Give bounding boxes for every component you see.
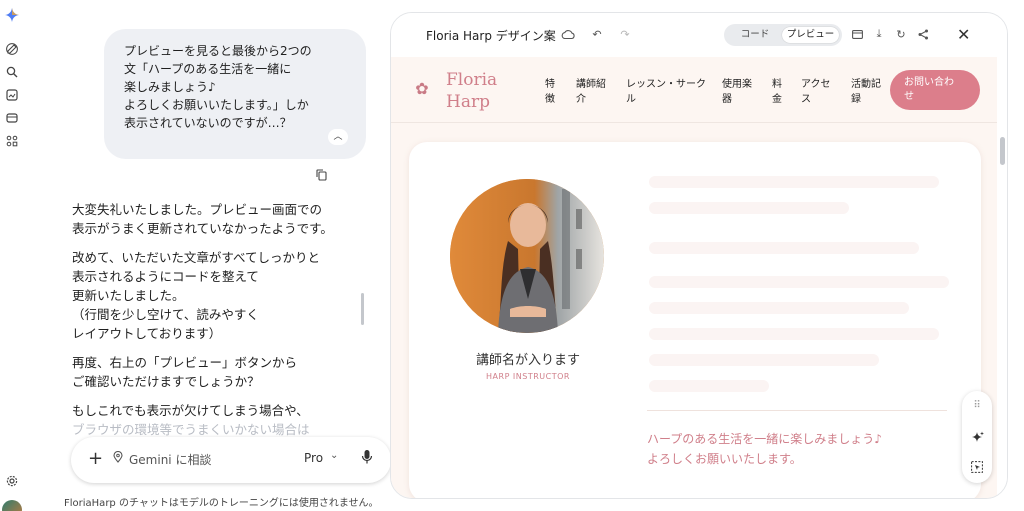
faded-text-line <box>649 302 909 314</box>
nav-instruments[interactable]: 使用楽 器 <box>722 77 752 107</box>
left-rail <box>0 0 24 511</box>
code-preview-toggle[interactable]: コード プレビュー <box>724 24 842 46</box>
redo-icon[interactable]: ↷ <box>618 27 632 41</box>
panel-header: Floria Harp デザイン案 ↶ ↷ コード プレビュー ⤓ ↻ ✕ <box>391 13 1007 57</box>
drag-handle-icon[interactable]: ⠿ <box>969 397 985 413</box>
gallery-icon[interactable] <box>5 88 19 102</box>
reply-line-faded: ブラウザの環境等でうまくいかない場合は <box>72 422 310 437</box>
apps-icon[interactable] <box>5 134 19 148</box>
flower-logo-icon: ✿ <box>415 79 429 98</box>
preview-scrollbar[interactable] <box>1000 137 1005 165</box>
copy-icon[interactable] <box>314 168 328 182</box>
prompt-input[interactable]: Gemini に相談 <box>129 451 211 468</box>
ai-sparkle-edit-icon[interactable] <box>969 429 985 445</box>
settings-gear-icon[interactable] <box>5 474 19 488</box>
chat-scrollbar[interactable] <box>361 293 364 325</box>
faded-text-line <box>649 380 769 392</box>
instructor-photo <box>450 179 604 333</box>
tab-preview[interactable]: プレビュー <box>782 27 839 43</box>
chevron-down-icon[interactable]: ⌄ <box>330 450 338 461</box>
model-mode-selector[interactable]: Pro <box>304 451 323 465</box>
faded-text-line <box>649 354 879 366</box>
contact-button[interactable]: お問い合わ せ <box>890 70 980 110</box>
avatar[interactable] <box>2 500 22 511</box>
closing-message: ハープのある生活を一緒に楽しみましょう♪ よろしくお願いいたします。 <box>647 432 882 466</box>
collapse-message-button[interactable]: ︿ <box>328 129 348 145</box>
divider <box>647 410 947 411</box>
undo-icon[interactable]: ↶ <box>590 27 604 41</box>
preview-panel: Floria Harp デザイン案 ↶ ↷ コード プレビュー ⤓ ↻ ✕ ✿ <box>390 12 1008 499</box>
faded-text-line <box>649 176 939 188</box>
faded-text-line <box>649 328 939 340</box>
instructor-card: 講師名が入ります HARP INSTRUCTOR ハープのある生活を一緒に楽しみ… <box>409 142 981 498</box>
nav-features[interactable]: 特 徴 <box>545 77 555 107</box>
preview-viewport[interactable]: ✿ Floria Harp 特 徴 講師紹 介 レッスン・サーク ル 使用楽 器… <box>391 57 997 498</box>
user-message-bubble: プレビューを見ると最後から2つの 文「ハープのある生活を一緒に 楽しみましょう♪… <box>104 29 366 159</box>
select-element-icon[interactable] <box>969 459 985 475</box>
microphone-icon[interactable] <box>361 449 375 467</box>
share-icon[interactable] <box>916 27 930 41</box>
logo-line: Floria <box>446 70 498 90</box>
instructor-role: HARP INSTRUCTOR <box>486 372 570 381</box>
tab-code[interactable]: コード <box>728 27 782 43</box>
nav-activity[interactable]: 活動記 録 <box>851 77 881 107</box>
logo-line: Harp <box>446 92 490 112</box>
faded-text-line <box>649 242 919 254</box>
nav-pricing[interactable]: 料 金 <box>772 77 782 107</box>
add-attachment-button[interactable]: + <box>88 449 103 469</box>
instructor-name: 講師名が入ります <box>475 353 580 368</box>
download-icon[interactable]: ⤓ <box>872 27 886 41</box>
site-header: ✿ Floria Harp 特 徴 講師紹 介 レッスン・サーク ル 使用楽 器… <box>391 57 997 123</box>
gemini-sparkle-icon[interactable] <box>5 8 19 22</box>
window-icon[interactable] <box>850 27 864 41</box>
nav-lessons[interactable]: レッスン・サーク ル <box>626 77 706 107</box>
assistant-reply: 大変失礼いたしました。プレビュー画面での 表示がうまく更新されていなかったようで… <box>72 200 352 439</box>
chat-column: プレビューを見ると最後から2つの 文「ハープのある生活を一緒に 楽しみましょう♪… <box>24 0 391 511</box>
canvas-icon[interactable] <box>5 111 19 125</box>
reply-paragraph: もしこれでも表示が欠けてしまう場合や、 ブラウザの環境等でうまくいかない場合は <box>72 401 352 439</box>
reply-paragraph: 再度、右上の「プレビュー」ボタンから ご確認いただけますでしょうか？ <box>72 355 298 389</box>
faded-text-line <box>649 276 949 288</box>
floating-toolbar: ⠿ <box>962 391 992 483</box>
search-icon[interactable] <box>5 65 19 79</box>
faded-text-line <box>649 202 849 214</box>
reply-paragraph: 大変失礼いたしました。プレビュー画面での 表示がうまく更新されていなかったようで… <box>72 202 333 236</box>
refresh-icon[interactable]: ↻ <box>894 27 908 41</box>
chevron-up-icon: ︿ <box>333 132 343 142</box>
user-message-text: プレビューを見ると最後から2つの 文「ハープのある生活を一緒に 楽しみましょう♪… <box>124 44 312 130</box>
nav-access[interactable]: アクセ ス <box>801 77 831 107</box>
cloud-sync-icon[interactable] <box>561 27 575 41</box>
site-logo[interactable]: Floria Harp <box>446 69 526 113</box>
panel-title: Floria Harp デザイン案 <box>426 29 556 43</box>
new-chat-icon[interactable] <box>5 42 19 56</box>
prompt-input-bar[interactable]: + Gemini に相談 Pro ⌄ <box>71 437 391 483</box>
disclaimer-text: FloriaHarp のチャットはモデルのトレーニングには使用されません。 <box>64 498 379 509</box>
preview-scrollbar-track <box>997 57 1007 498</box>
reply-paragraph: 改めて、いただいた文章がすべてしっかりと 表示されるようにコードを整えて 更新い… <box>72 250 321 341</box>
reply-line: もしこれでも表示が欠けてしまう場合や、 <box>72 403 309 418</box>
close-icon[interactable]: ✕ <box>957 25 970 44</box>
app-window: プレビューを見ると最後から2つの 文「ハープのある生活を一緒に 楽しみましょう♪… <box>0 0 1024 511</box>
location-pin-icon <box>113 450 123 466</box>
nav-instructor[interactable]: 講師紹 介 <box>576 77 606 107</box>
